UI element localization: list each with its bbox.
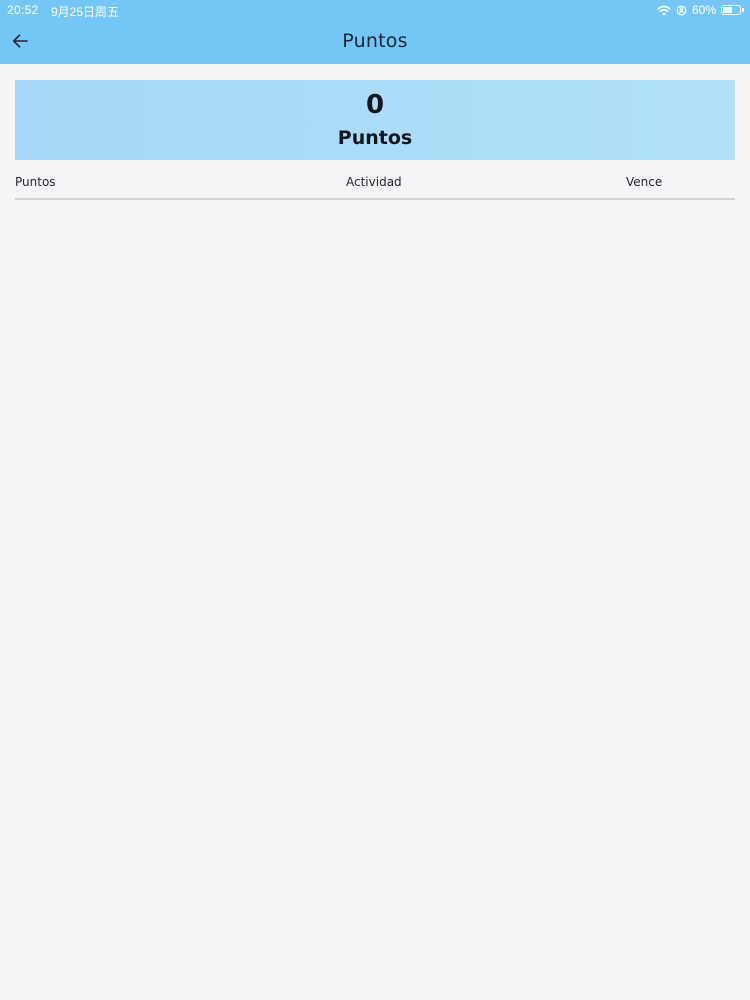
battery-fill (723, 7, 733, 13)
status-indicators: 60% (657, 3, 744, 17)
status-date: 9月25日周五 (51, 5, 120, 19)
top-header: 20:52 9月25日周五 60% Puntos (0, 0, 750, 64)
battery-icon (721, 5, 744, 15)
points-summary-card: 0 Puntos (15, 80, 735, 160)
app-root: 20:52 9月25日周五 60% Puntos 0 Puntos Puntos… (0, 0, 750, 1000)
points-total: 0 (365, 90, 385, 120)
page-title: Puntos (342, 30, 408, 52)
wifi-icon (657, 5, 671, 16)
status-time: 20:52 (7, 3, 39, 17)
column-header-vence: Vence (626, 175, 663, 189)
points-table-header: Puntos Actividad Vence (15, 172, 735, 200)
nav-bar: Puntos (0, 20, 750, 64)
status-bar: 20:52 9月25日周五 60% (0, 0, 750, 20)
points-label: Puntos (337, 127, 413, 149)
orientation-lock-icon (676, 5, 687, 16)
column-header-puntos: Puntos (15, 175, 56, 189)
column-header-actividad: Actividad (346, 175, 402, 189)
battery-percent: 60% (691, 3, 716, 17)
